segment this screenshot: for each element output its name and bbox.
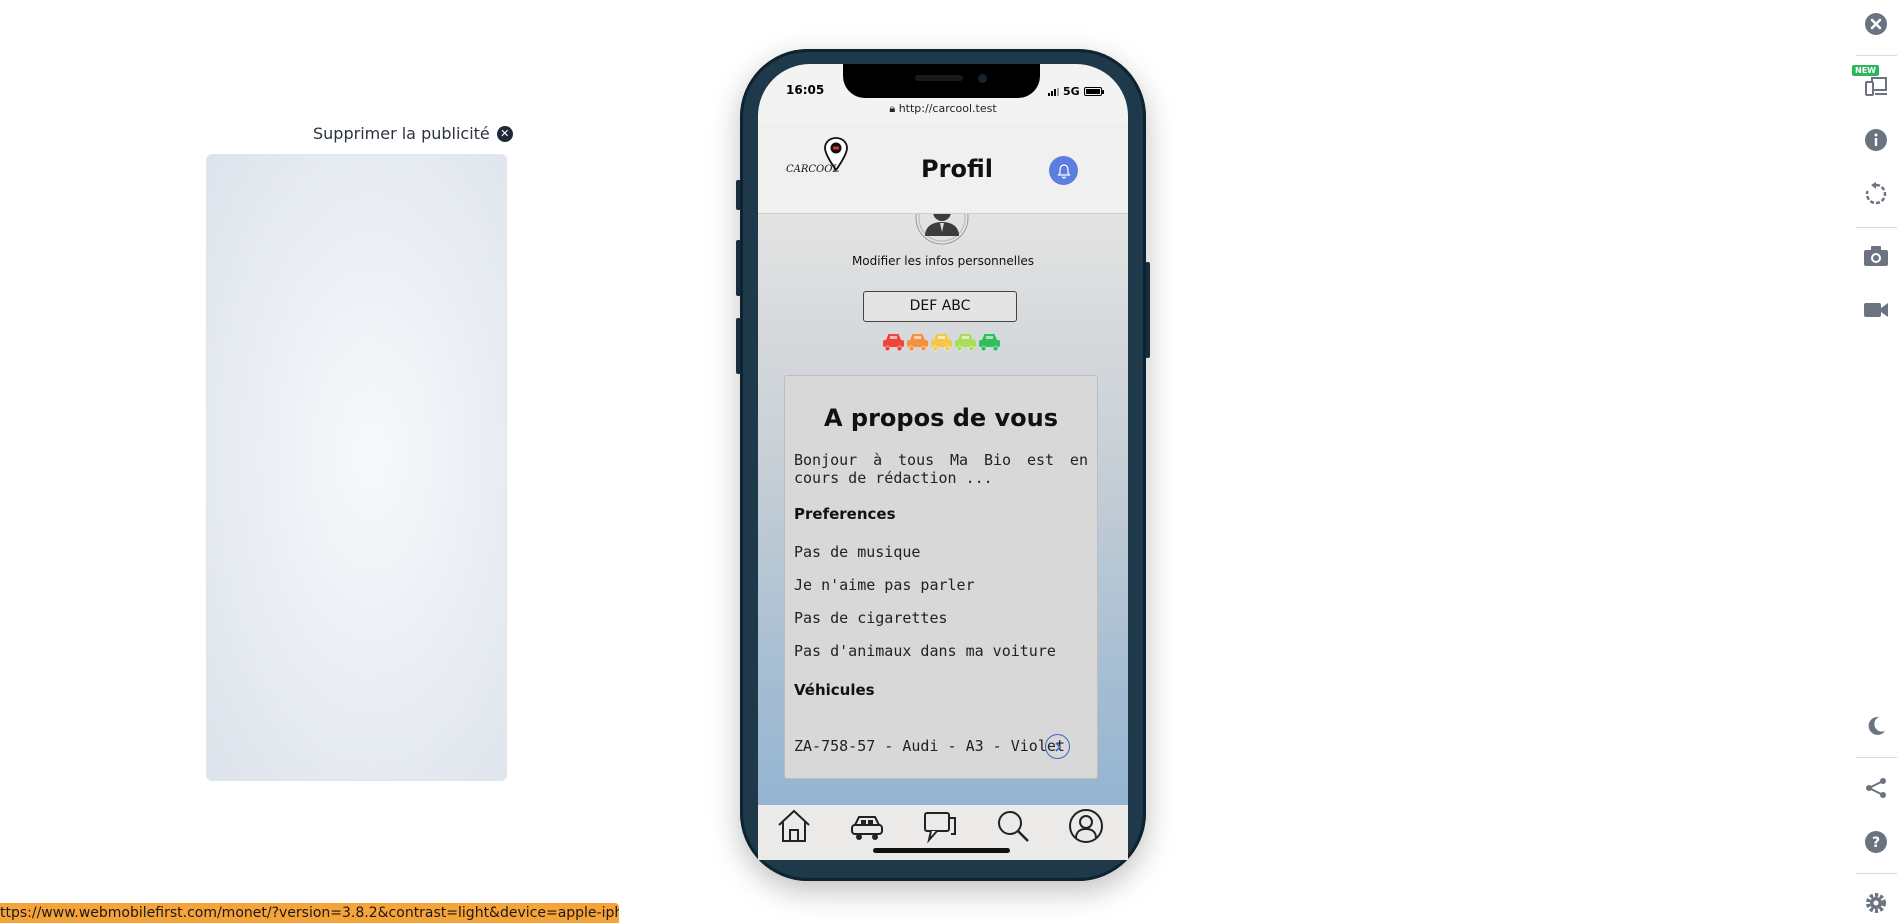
- phone-notch: [843, 64, 1040, 98]
- notifications-button[interactable]: [1049, 156, 1078, 185]
- status-time: 16:05: [786, 83, 825, 97]
- tab-messages[interactable]: [922, 808, 958, 844]
- tab-profile[interactable]: [1068, 808, 1104, 844]
- preference-item: Pas de musique: [794, 543, 921, 561]
- chevron-right-icon: [1054, 741, 1061, 752]
- chat-icon: [924, 812, 956, 844]
- rating-car-icon: [978, 330, 1001, 352]
- rating-car-icon: [882, 330, 905, 352]
- signal-icon: [1048, 87, 1059, 96]
- rotate-button[interactable]: [1862, 180, 1890, 208]
- rating-car-icon: [906, 330, 929, 352]
- preferences-heading: Preferences: [794, 505, 896, 523]
- settings-button[interactable]: [1862, 889, 1890, 917]
- status-network: 5G: [1048, 85, 1104, 98]
- ad-placeholder: [206, 154, 507, 781]
- home-icon: [778, 809, 810, 842]
- driver-rating: [882, 330, 1001, 352]
- remove-ad-link[interactable]: Supprimer la publicité ✕: [313, 124, 513, 143]
- tab-search[interactable]: [995, 808, 1031, 844]
- about-title: A propos de vous: [823, 404, 1059, 432]
- avatar[interactable]: [909, 190, 975, 250]
- status-bar-url: ttps://www.webmobilefirst.com/monet/?ver…: [0, 903, 619, 923]
- bell-icon: [1056, 163, 1071, 179]
- help-button[interactable]: ?: [1862, 828, 1890, 856]
- user-name: DEF ABC: [863, 291, 1017, 322]
- search-icon: [998, 811, 1029, 842]
- page-title: Profil: [921, 155, 993, 183]
- profile-icon: [1069, 809, 1103, 843]
- moon-icon: [1868, 716, 1885, 735]
- info-icon: [1865, 129, 1887, 151]
- preference-item: Je n'aime pas parler: [794, 576, 975, 594]
- svg-text:?: ?: [1872, 835, 1880, 851]
- tab-home[interactable]: [776, 808, 812, 844]
- tab-trips[interactable]: [849, 808, 885, 844]
- vehicles-heading: Véhicules: [794, 681, 875, 699]
- camera-icon: [1864, 246, 1888, 266]
- vehicle-item: ZA-758-57 - Audi - A3 - Violet: [794, 737, 1065, 755]
- preference-item: Pas de cigarettes: [794, 609, 948, 627]
- close-icon: [1865, 13, 1887, 35]
- address-bar[interactable]: 🔒︎ http://carcool.test: [758, 102, 1128, 116]
- carcool-logo[interactable]: CARCOOL: [784, 136, 854, 180]
- preference-item: Pas d'animaux dans ma voiture: [794, 642, 1056, 660]
- edit-personal-info-link[interactable]: Modifier les infos personnelles: [758, 254, 1128, 268]
- bio-text: Bonjour à tous Ma Bio est en cours de ré…: [794, 451, 1088, 487]
- remove-ad-label: Supprimer la publicité: [313, 124, 490, 143]
- close-button[interactable]: [1862, 10, 1890, 38]
- logo-text: CARCOOL: [786, 164, 839, 175]
- dark-mode-button[interactable]: [1862, 712, 1890, 740]
- address-url: http://carcool.test: [898, 102, 997, 115]
- gear-icon: [1866, 893, 1886, 913]
- video-icon: [1864, 303, 1888, 317]
- battery-icon: [1083, 87, 1104, 96]
- screenshot-button[interactable]: [1862, 242, 1890, 270]
- devices-icon: [1865, 77, 1887, 96]
- car-icon: [851, 816, 883, 840]
- home-indicator: [873, 848, 1010, 853]
- rating-car-icon: [954, 330, 977, 352]
- share-button[interactable]: [1862, 774, 1890, 802]
- lock-icon: 🔒︎: [889, 102, 896, 115]
- rotate-icon: [1865, 182, 1887, 205]
- devices-button[interactable]: [1862, 72, 1890, 100]
- help-icon: ?: [1865, 831, 1887, 853]
- close-circle-icon: ✕: [496, 125, 513, 142]
- share-icon: [1866, 778, 1886, 798]
- info-button[interactable]: [1862, 126, 1890, 154]
- rating-car-icon: [930, 330, 953, 352]
- record-button[interactable]: [1862, 296, 1890, 324]
- vehicle-details-button[interactable]: [1045, 734, 1070, 759]
